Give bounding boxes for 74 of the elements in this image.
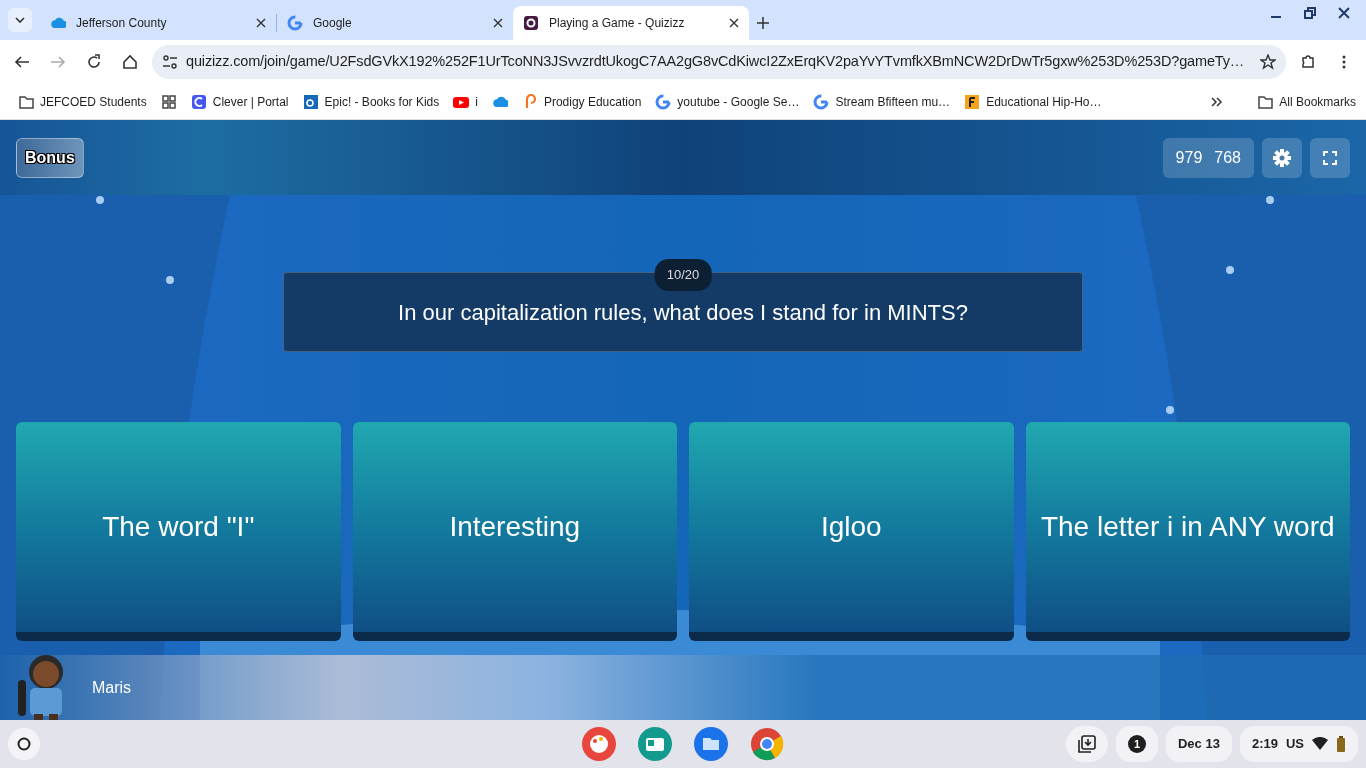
settings-button[interactable] bbox=[1262, 137, 1302, 178]
close-icon[interactable] bbox=[729, 18, 739, 28]
browser-tab[interactable]: Jefferson County bbox=[40, 6, 276, 40]
close-icon[interactable] bbox=[256, 18, 266, 28]
paint-palette-icon[interactable] bbox=[582, 727, 616, 761]
snow-dot bbox=[96, 196, 104, 204]
snow-dot bbox=[1166, 406, 1174, 414]
new-tab-icon[interactable] bbox=[757, 17, 769, 29]
fullscreen-icon bbox=[1323, 150, 1337, 165]
star-icon[interactable] bbox=[1260, 54, 1276, 70]
chevron-down-icon bbox=[15, 17, 25, 23]
snow-dot bbox=[166, 276, 174, 284]
bookmark[interactable]: youtube - Google Se… bbox=[655, 92, 800, 111]
bookmark[interactable]: i bbox=[453, 92, 478, 111]
cloud-icon bbox=[50, 15, 66, 31]
close-icon[interactable] bbox=[1338, 7, 1350, 19]
google-icon bbox=[813, 93, 830, 110]
folder-icon bbox=[18, 93, 34, 110]
home-icon[interactable] bbox=[122, 54, 138, 70]
answer-option[interactable]: Interesting bbox=[352, 422, 677, 641]
answer-option[interactable]: Igloo bbox=[689, 422, 1014, 641]
bookmark[interactable]: Epic! - Books for Kids bbox=[302, 92, 440, 111]
apps-grid-icon[interactable] bbox=[160, 93, 177, 110]
close-icon[interactable] bbox=[493, 18, 503, 28]
settings-icon bbox=[1272, 147, 1292, 168]
bookmark[interactable]: Educational Hip-Ho… bbox=[964, 92, 1102, 111]
restore-icon[interactable] bbox=[1304, 7, 1316, 19]
snow-dot bbox=[1266, 196, 1274, 204]
answer-option[interactable]: The word "I" bbox=[16, 422, 341, 641]
bookmark[interactable]: Stream Bfifteen mu… bbox=[813, 92, 951, 111]
holding-space-button[interactable] bbox=[1066, 726, 1108, 762]
folder-icon[interactable] bbox=[694, 727, 728, 761]
input-locale: US bbox=[1285, 735, 1304, 754]
quiz-logo-icon bbox=[523, 15, 539, 31]
question-counter: 10/20 bbox=[654, 259, 712, 291]
all-bookmarks-button[interactable]: All Bookmarks bbox=[1257, 92, 1356, 111]
player-name: Maris bbox=[92, 677, 132, 698]
reload-icon[interactable] bbox=[86, 54, 102, 70]
wifi-icon bbox=[1312, 737, 1328, 751]
extensions-icon[interactable] bbox=[1300, 54, 1316, 70]
score-value: 768 bbox=[1214, 147, 1241, 168]
clock-time: 2:19 bbox=[1251, 735, 1278, 754]
battery-icon bbox=[1336, 736, 1346, 752]
date-button[interactable]: Dec 13 bbox=[1166, 726, 1232, 762]
browser-tab[interactable]: Google bbox=[277, 6, 513, 40]
notification-button[interactable]: 1 bbox=[1116, 726, 1158, 762]
clever-logo-icon bbox=[190, 93, 207, 110]
question-text: In our capitalization rules, what does I stand for in MINTS? bbox=[398, 298, 968, 327]
chevron-double-right-icon[interactable] bbox=[1211, 95, 1224, 108]
flocabulary-logo-icon bbox=[964, 93, 981, 110]
bookmark[interactable]: JEFCOED Students bbox=[18, 92, 147, 111]
browser-tab[interactable]: Playing a Game - Quizizz bbox=[513, 6, 749, 40]
google-icon bbox=[655, 93, 672, 110]
launcher-button[interactable] bbox=[8, 728, 40, 760]
back-icon[interactable] bbox=[14, 54, 30, 70]
epic-logo-icon bbox=[302, 93, 319, 110]
answer-option[interactable]: The letter i in ANY word bbox=[1025, 422, 1350, 641]
chrome-icon[interactable] bbox=[750, 727, 784, 761]
google-icon bbox=[287, 15, 303, 31]
fullscreen-button[interactable] bbox=[1310, 137, 1350, 178]
launcher-icon bbox=[17, 737, 31, 751]
site-settings-icon[interactable] bbox=[162, 54, 178, 70]
score-value: 979 bbox=[1175, 147, 1203, 168]
news-card-icon[interactable] bbox=[638, 727, 672, 761]
bookmark[interactable]: Prodigy Education bbox=[521, 92, 642, 111]
bookmark[interactable]: Clever | Portal bbox=[190, 92, 289, 111]
address-bar[interactable]: quizizz.com/join/game/U2FsdGVkX192%252F1UrTcoNN3JSvvzrdtUkogC7AA2gG8vCdKiwcI2ZxErqKV2paYvYTvmfkXBmNCW2DrDwTr5gxw%253D%253D?gameTy… bbox=[152, 45, 1286, 79]
folder-icon bbox=[1257, 93, 1274, 110]
download-stack-icon bbox=[1078, 735, 1096, 753]
bonus-button[interactable]: Bonus bbox=[16, 137, 84, 178]
tab-search-button[interactable] bbox=[8, 8, 32, 32]
status-area[interactable]: 2:19 US bbox=[1239, 726, 1358, 762]
snow-dot bbox=[1226, 266, 1234, 274]
notification-count: 1 bbox=[1128, 735, 1146, 753]
